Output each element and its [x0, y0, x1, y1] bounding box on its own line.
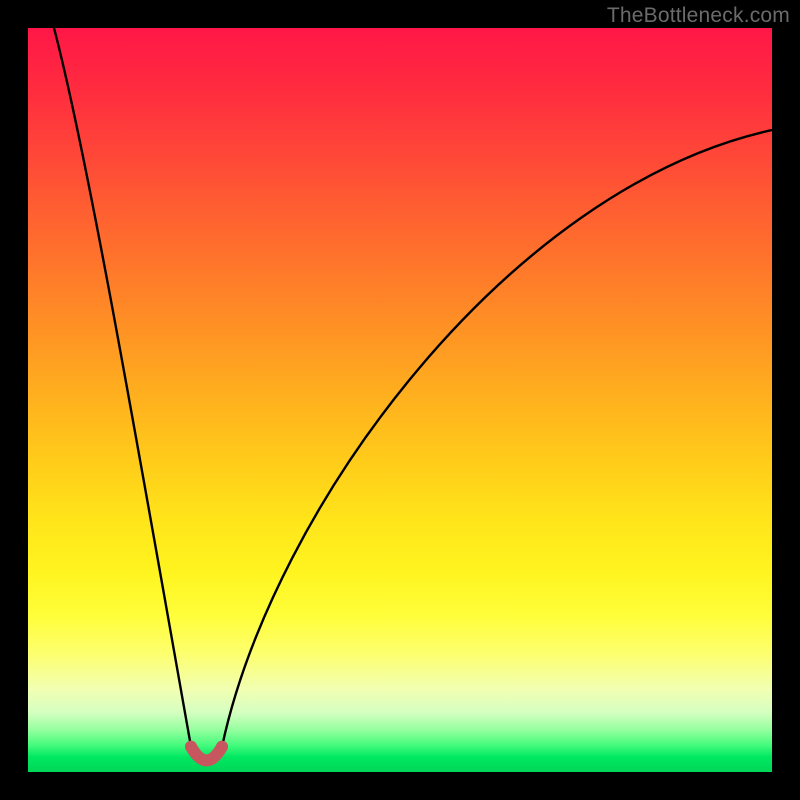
valley-marker-right-dot [216, 741, 228, 753]
chart-stage: TheBottleneck.com [0, 0, 800, 800]
valley-marker-left-dot [185, 741, 197, 753]
curve-layer [28, 28, 772, 772]
plot-area [28, 28, 772, 772]
right-branch [222, 130, 772, 747]
watermark-text: TheBottleneck.com [607, 4, 790, 28]
left-branch [54, 28, 191, 747]
